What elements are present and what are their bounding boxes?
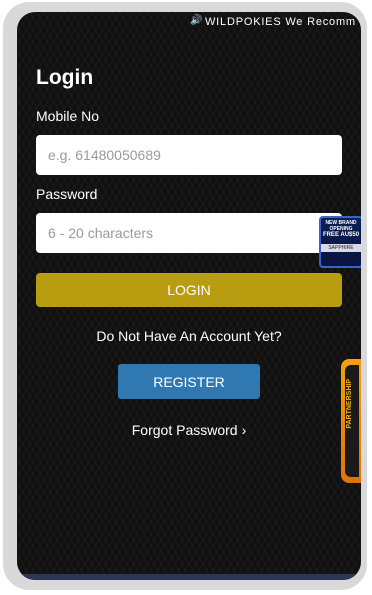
chevron-right-icon: › xyxy=(241,422,247,438)
password-label: Password xyxy=(36,186,98,202)
promo-text: PARTNERSHIP xyxy=(346,379,353,429)
password-input[interactable] xyxy=(36,213,342,253)
speaker-icon: 🔊 xyxy=(190,15,204,26)
no-account-text: Do Not Have An Account Yet? xyxy=(96,328,282,344)
page-title: Login xyxy=(36,66,94,89)
bottom-bar xyxy=(17,574,361,580)
promo-line1: NEW BRAND OPENING xyxy=(325,220,357,232)
mobile-input[interactable] xyxy=(36,135,342,175)
app-screen: 🔊 WILDPOKIES We Recomm Login Mobile No P… xyxy=(17,12,361,580)
promo-banner-partnership[interactable]: PARTNERSHIP xyxy=(341,359,361,483)
register-button[interactable]: REGISTER xyxy=(118,364,260,399)
ticker-text: WILDPOKIES We Recomm xyxy=(205,16,356,28)
mobile-label: Mobile No xyxy=(36,108,100,124)
login-button[interactable]: LOGIN xyxy=(36,273,342,307)
promo-line3: SAPPHIRE xyxy=(321,244,361,252)
forgot-password-label: Forgot Password xyxy=(131,422,238,438)
device-frame: 🔊 WILDPOKIES We Recomm Login Mobile No P… xyxy=(3,2,367,590)
promo-line2: FREE AU$50 xyxy=(322,232,360,238)
announcement-ticker: 🔊 WILDPOKIES We Recomm xyxy=(17,12,361,32)
promo-banner-sapphire[interactable]: NEW BRAND OPENING FREE AU$50 SAPPHIRE xyxy=(319,216,361,268)
forgot-password-link[interactable]: Forgot Password › xyxy=(17,422,361,438)
